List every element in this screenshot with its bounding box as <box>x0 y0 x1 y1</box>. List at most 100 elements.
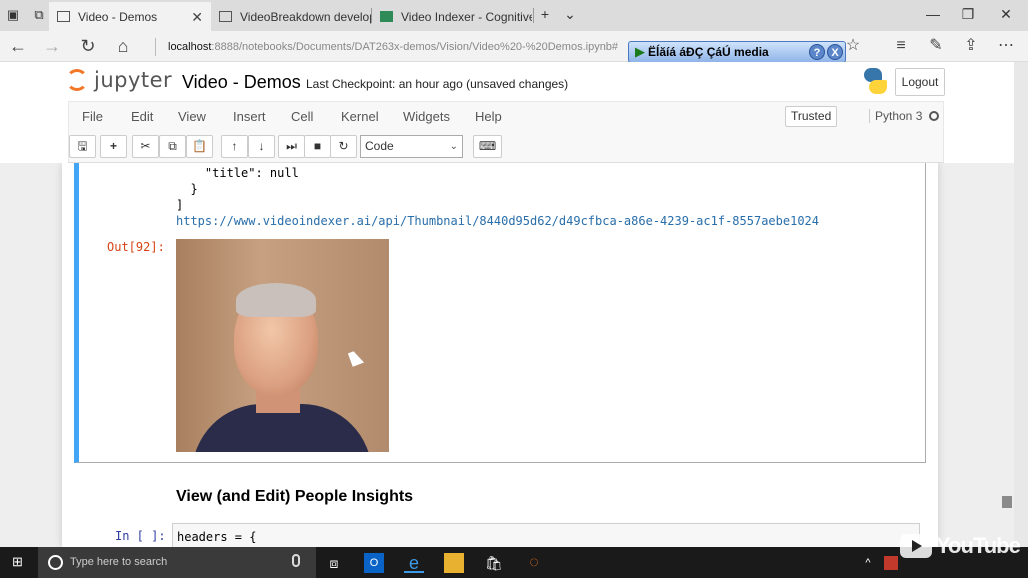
jupyter-logo-text: jupyter <box>94 68 173 92</box>
run-icon[interactable]: ⏭ <box>278 135 305 158</box>
cut-icon[interactable]: ✂ <box>132 135 159 158</box>
minimize-icon[interactable]: — <box>923 6 943 22</box>
share-icon[interactable]: ⇪ <box>960 36 982 56</box>
menu-view[interactable]: View <box>178 109 206 124</box>
tab-video-indexer[interactable]: Video Indexer - Cognitive V <box>372 2 532 31</box>
menu-widgets[interactable]: Widgets <box>403 109 450 124</box>
output-line: ] <box>176 198 184 212</box>
menu-edit[interactable]: Edit <box>131 109 153 124</box>
page-icon <box>219 11 232 22</box>
refresh-icon[interactable]: ↻ <box>78 36 98 56</box>
notebook-menubar: File Edit View Insert Cell Kernel Widget… <box>68 101 944 130</box>
task-view-icon[interactable]: ⧈ <box>324 553 344 573</box>
notebook-container[interactable]: "title": null } ] https://www.videoindex… <box>0 163 1014 547</box>
store-icon[interactable]: 🛍 <box>484 553 504 573</box>
tab-separator <box>533 8 534 23</box>
tab-label: Video - Demos <box>78 9 158 24</box>
code-cell-input[interactable]: headers = { <box>172 523 920 547</box>
play-icon[interactable]: ▶ <box>635 44 645 60</box>
restart-icon[interactable]: ↻ <box>330 135 357 158</box>
menu-insert[interactable]: Insert <box>233 109 266 124</box>
tab-video-demos[interactable]: Video - Demos ✕ <box>49 2 211 31</box>
menu-file[interactable]: File <box>82 109 103 124</box>
windows-start-icon[interactable]: ⊞ <box>12 555 26 569</box>
file-explorer-icon[interactable] <box>444 553 464 573</box>
jupyter-header: jupyter Video - Demos Last Checkpoint: a… <box>0 62 1014 102</box>
tab-videobreakdown-developer[interactable]: VideoBreakdown developer <box>211 2 371 31</box>
youtube-play-icon <box>900 534 932 558</box>
menu-help[interactable]: Help <box>475 109 502 124</box>
video-indexer-icon <box>380 11 393 22</box>
cell-type-value: Code <box>365 139 394 153</box>
chevron-down-icon: ⌄ <box>449 141 458 152</box>
output-line: "title": null <box>176 166 299 180</box>
forward-icon[interactable]: → <box>42 36 62 56</box>
kernel-name: Python 3 <box>869 109 922 123</box>
jupyter-logo[interactable]: jupyter <box>66 68 172 92</box>
stop-icon[interactable]: ■ <box>304 135 331 158</box>
web-notes-icon[interactable]: ✎ <box>925 36 947 56</box>
cell-type-select[interactable]: Code ⌄ <box>360 135 463 158</box>
page-icon <box>57 11 70 22</box>
edge-icon[interactable]: e <box>404 553 424 573</box>
back-icon[interactable]: ← <box>8 36 28 56</box>
tray-app-icon[interactable] <box>884 556 898 570</box>
notebook-title[interactable]: Video - Demos <box>182 72 301 93</box>
kernel-status-icon <box>929 111 939 121</box>
python-logo-icon <box>862 68 888 94</box>
url-path: :8888/notebooks/Documents/DAT263x-demos/… <box>211 41 619 53</box>
input-prompt: In [ ]: <box>115 529 166 543</box>
jupyter-orb-icon <box>66 69 88 91</box>
section-heading: View (and Edit) People Insights <box>176 488 414 505</box>
address-bar: ← → ↻ ⌂ localhost:8888/notebooks/Documen… <box>0 31 1028 62</box>
help-icon[interactable]: ? <box>809 44 825 60</box>
video-thumbnail-image <box>176 239 389 452</box>
youtube-wordmark: YouTube <box>936 533 1021 558</box>
taskbar-search[interactable]: Type here to search <box>38 547 316 578</box>
set-aside-tabs-icon[interactable]: ▣ <box>6 8 20 22</box>
media-download-overlay[interactable]: ▶ Ëĺăíá áĐÇ ÇáÚ media ? X <box>628 41 846 63</box>
jupyter-taskbar-icon[interactable]: ◌ <box>524 553 544 573</box>
url-field[interactable]: localhost:8888/notebooks/Documents/DAT26… <box>155 38 618 56</box>
microphone-icon[interactable] <box>292 554 300 567</box>
menu-kernel[interactable]: Kernel <box>341 109 379 124</box>
copy-icon[interactable]: ⧉ <box>159 135 186 158</box>
close-tab-icon[interactable]: ✕ <box>191 9 203 26</box>
move-up-icon[interactable]: ↑ <box>221 135 248 158</box>
new-tab-icon[interactable]: + <box>535 6 555 22</box>
close-overlay-icon[interactable]: X <box>827 44 843 60</box>
restore-icon[interactable]: ❐ <box>958 6 978 23</box>
move-down-icon[interactable]: ↓ <box>248 135 275 158</box>
hub-icon[interactable]: ≡ <box>890 36 912 56</box>
notebook-scroll-thumb[interactable] <box>1002 496 1012 508</box>
outlook-icon[interactable]: O <box>364 553 384 573</box>
youtube-watermark: YouTube <box>900 533 1021 559</box>
tab-list-icon[interactable]: ⌄ <box>560 6 580 23</box>
output-prompt: Out[92]: <box>107 240 165 254</box>
close-window-icon[interactable]: ✕ <box>996 6 1016 23</box>
tray-chevron-icon[interactable]: ^ <box>858 553 878 573</box>
windows-taskbar: ⊞ Type here to search ⧈ O e 🛍 ◌ ^ <box>0 547 1028 578</box>
notebook-toolbar: 🖫 + ✂ ⧉ 📋 ↑ ↓ ⏭ ■ ↻ Code ⌄ ⌨ <box>68 130 944 163</box>
thumbnail-url-output: https://www.videoindexer.ai/api/Thumbnai… <box>176 214 819 228</box>
media-overlay-label: Ëĺăíá áĐÇ ÇáÚ media <box>648 45 769 59</box>
logout-button[interactable]: Logout <box>895 68 945 96</box>
trusted-indicator[interactable]: Trusted <box>785 106 838 127</box>
page-scrollbar[interactable] <box>1014 62 1028 547</box>
insert-cell-icon[interactable]: + <box>100 135 127 158</box>
notebook-page: "title": null } ] https://www.videoindex… <box>62 163 938 547</box>
keyboard-icon[interactable]: ⌨ <box>473 135 502 158</box>
search-placeholder: Type here to search <box>70 556 168 568</box>
restore-tabs-icon[interactable]: ⧉ <box>32 8 46 22</box>
checkpoint-status: Last Checkpoint: an hour ago (unsaved ch… <box>306 77 569 91</box>
tab-label: Video Indexer - Cognitive V <box>401 9 532 24</box>
paste-icon[interactable]: 📋 <box>186 135 213 158</box>
tab-label: VideoBreakdown developer <box>240 9 371 24</box>
home-icon[interactable]: ⌂ <box>113 36 133 56</box>
output-line: } <box>176 182 198 196</box>
browser-tab-bar: ▣ ⧉ Video - Demos ✕ VideoBreakdown devel… <box>0 0 1028 31</box>
save-icon[interactable]: 🖫 <box>69 135 96 158</box>
url-host: localhost <box>168 41 212 53</box>
menu-cell[interactable]: Cell <box>291 109 313 124</box>
more-icon[interactable]: ⋯ <box>995 36 1017 56</box>
